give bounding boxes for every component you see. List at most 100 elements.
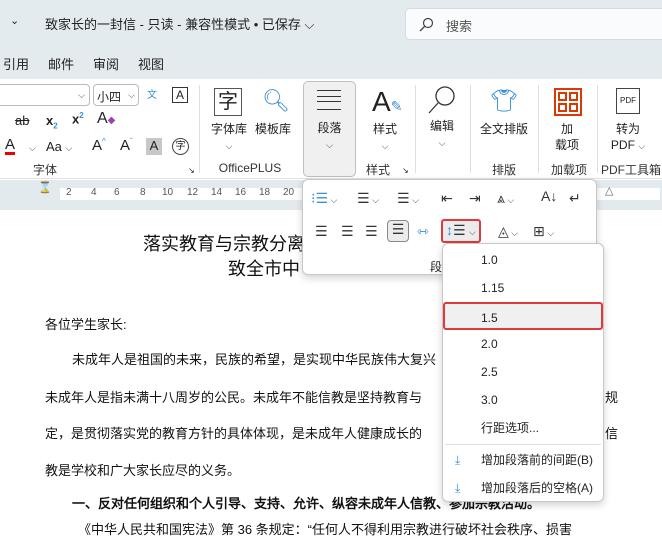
addins-icon [554,88,582,116]
clear-formatting-icon[interactable]: A◆ [97,110,115,128]
full-text-layout-button[interactable]: 全文排版 [476,121,532,137]
tab-mailings[interactable]: 邮件 [48,54,74,73]
group-label-font: 字体 [32,163,57,177]
paragraph-button[interactable]: 段落 ⌵ [303,81,356,177]
align-right-icon[interactable]: ☰ [365,223,378,240]
ruler-tick: 2 [66,187,72,198]
line-spacing-option[interactable]: 1.0 [443,246,603,274]
paragraph-3: 定，是贯彻落实党的教育方针的具体体现，是未成年人健康成长的 [45,426,423,441]
greeting: 各位学生家长: [45,317,127,332]
align-left-icon[interactable]: ☰ [315,223,328,240]
font-library-button[interactable]: 字体库 ⌵ [205,121,253,154]
search-icon [419,17,434,32]
convert-label: 转为 [615,122,640,136]
convert-to-pdf-button[interactable]: 转为 PDF ⌵ [603,121,653,154]
paragraph-2: 未成年人是指未满十八周岁的公民。未成年不能信教是坚持教育与 [45,390,423,405]
right-indent-marker[interactable]: △ [605,184,613,197]
addins-button[interactable]: 加 载项 [545,121,589,153]
chevron-down-icon[interactable]: ⌵ [29,143,36,154]
styles-icon: A✎ [372,86,403,117]
superscript-icon[interactable]: x2 [72,111,84,126]
text-direction-icon[interactable]: ⩓ ⌵ [497,190,514,207]
doc-title-line1: 落实教育与宗教分离 [143,234,305,254]
paragraph-icon [317,90,341,110]
chevron-down-icon: ⌵ [128,90,135,100]
paragraph-label: 段落 [317,121,342,135]
dialog-launcher-icon[interactable]: ↘ [402,166,409,175]
menu-divider [445,444,601,445]
distributed-icon[interactable]: ⇿ [417,223,429,240]
add-space-after-label: 增加段落后的空格(A) [481,481,593,495]
ruler-tick: 18 [259,187,271,198]
ruler-tick: 14 [211,187,223,198]
decrease-indent-icon[interactable]: ⇤ [441,190,453,207]
justify-icon[interactable]: ☰ [387,220,409,242]
group-label-officeplus: OfficePLUS [218,161,282,175]
strikethrough-icon[interactable]: ab [15,113,29,128]
line-spacing-menu: 1.0 1.15 1.5 2.0 2.5 3.0 行距选项... ⤓ 增加段落前的… [442,243,604,502]
space-before-icon: ⤓ [455,453,461,467]
document-title[interactable]: 致家长的一封信 - 只读 - 兼容性模式 • 已保存 ⌵ [45,14,314,33]
font-size-select[interactable]: 小四 ⌵ [93,84,139,106]
character-shading-icon[interactable]: A [146,138,162,155]
line-spacing-option[interactable]: 3.0 [443,386,603,414]
phonetic-guide-icon[interactable]: 文 [147,86,157,101]
editing-label: 编辑 [429,119,454,133]
align-center-icon[interactable]: ☰ [341,223,354,240]
chevron-down-icon: ⌵ [78,90,85,100]
ruler-tick: 4 [91,187,97,198]
line-spacing-option[interactable]: 2.0 [443,330,603,358]
ruler-tick: 6 [114,187,120,198]
sort-icon[interactable]: A↓ [541,188,557,204]
group-label-addins: 加载项 [550,163,587,177]
borders-icon[interactable]: ⊞ ⌵ [533,223,554,240]
pdf-icon: PDF [616,88,640,114]
styles-button[interactable]: 样式 ⌵ [362,121,408,154]
multilevel-list-icon[interactable]: ☰ ⌵ [397,190,419,207]
bullets-icon[interactable]: ⁝☰ ⌵ [311,190,337,207]
shrink-font-icon[interactable]: Aˇ [120,137,133,154]
paragraph-2-end: 规 [605,390,619,405]
tab-view[interactable]: 视图 [138,54,164,73]
indent-marker[interactable]: ⌛ [38,183,52,194]
add-space-after-item[interactable]: ⤓ 增加段落后的空格(A) [443,474,603,502]
ruler-tick: 20 [283,187,295,198]
paragraph-5: 《中华人民共和国宪法》第 36 条规定：“任何人不得利用宗教进行破坏社会秩序、损… [78,522,573,537]
find-icon [427,85,457,118]
add-space-before-label: 增加段落前的间距(B) [481,453,593,467]
font-library-icon: 字 [214,88,242,116]
font-color-icon[interactable]: A [5,137,16,155]
chevron-down-icon: ⌵ [469,227,476,237]
template-library-button[interactable]: 模板库 [251,121,295,137]
template-library-icon: 🔍︎ [262,88,290,113]
line-spacing-option[interactable]: 1.15 [443,274,603,302]
character-border-icon[interactable]: A [172,87,188,103]
tab-references[interactable]: 引用 [3,54,29,73]
line-spacing-button[interactable]: ↕☰ ⌵ [441,219,481,243]
line-spacing-option-selected[interactable]: 1.5 [443,302,603,330]
paragraph-4: 教是学校和广大家长应尽的义务。 [45,463,241,478]
ruler-tick: 12 [187,187,199,198]
styles-label: 样式 [372,122,397,136]
subscript-icon[interactable]: x2 [46,113,58,131]
dialog-launcher-icon[interactable]: ↘ [188,166,195,175]
line-spacing-options-item[interactable]: 行距选项... [443,414,603,442]
font-name-select[interactable]: ⌵ [0,84,90,106]
increase-indent-icon[interactable]: ⇥ [469,190,481,207]
doc-title-line2: 致全市中 [228,259,300,279]
quick-access-more[interactable]: ⌄ [10,14,19,27]
group-label-layout: 排版 [491,163,516,177]
enclose-characters-icon[interactable]: 字 [172,138,189,155]
search-box[interactable]: 搜索 [405,8,662,40]
change-case-button[interactable]: Aa ⌵ [46,139,72,154]
font-size-value: 小四 [97,90,122,104]
change-case-label: Aa [46,139,62,154]
grow-font-icon[interactable]: A^ [92,137,106,154]
numbering-icon[interactable]: ☰ ⌵ [357,190,379,207]
line-spacing-option[interactable]: 2.5 [443,358,603,386]
show-marks-icon[interactable]: ↵ [569,190,581,207]
tab-review[interactable]: 审阅 [93,54,119,73]
add-space-before-item[interactable]: ⤓ 增加段落前的间距(B) [443,446,603,474]
editing-button[interactable]: 编辑 ⌵ [420,118,464,151]
shading-icon[interactable]: ◬ ⌵ [498,223,518,240]
